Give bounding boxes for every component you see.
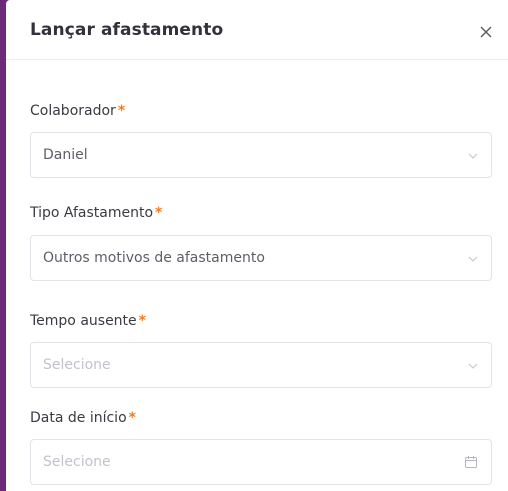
tipo-afastamento-select[interactable]: Outros motivos de afastamento xyxy=(30,235,492,281)
required-mark: * xyxy=(128,410,136,426)
colaborador-label: Colaborador * xyxy=(30,103,125,119)
required-mark: * xyxy=(155,205,163,221)
calendar-icon xyxy=(465,456,477,468)
required-mark: * xyxy=(138,313,146,329)
data-inicio-placeholder: Selecione xyxy=(43,454,111,470)
colaborador-value: Daniel xyxy=(43,147,88,163)
data-inicio-label: Data de início * xyxy=(30,410,136,426)
colaborador-label-text: Colaborador xyxy=(30,103,116,119)
chevron-down-icon xyxy=(468,363,478,369)
tipo-afastamento-label: Tipo Afastamento * xyxy=(30,205,162,221)
data-inicio-label-text: Data de início xyxy=(30,410,127,426)
tempo-ausente-select[interactable]: Selecione xyxy=(30,342,492,388)
tempo-ausente-label: Tempo ausente * xyxy=(30,313,146,329)
required-mark: * xyxy=(117,103,126,119)
colaborador-select[interactable]: Daniel xyxy=(30,132,492,178)
tipo-afastamento-value: Outros motivos de afastamento xyxy=(43,250,265,266)
data-inicio-picker[interactable]: Selecione xyxy=(30,439,492,485)
afastamento-modal: Lançar afastamento Colaborador * Daniel T… xyxy=(6,0,508,491)
chevron-down-icon xyxy=(468,153,478,159)
tempo-ausente-placeholder: Selecione xyxy=(43,357,111,373)
modal-title: Lançar afastamento xyxy=(30,20,224,40)
tempo-ausente-label-text: Tempo ausente xyxy=(30,313,137,329)
modal-header: Lançar afastamento xyxy=(6,0,508,60)
tipo-afastamento-label-text: Tipo Afastamento xyxy=(30,205,154,221)
close-icon[interactable] xyxy=(478,24,494,40)
chevron-down-icon xyxy=(468,256,478,262)
